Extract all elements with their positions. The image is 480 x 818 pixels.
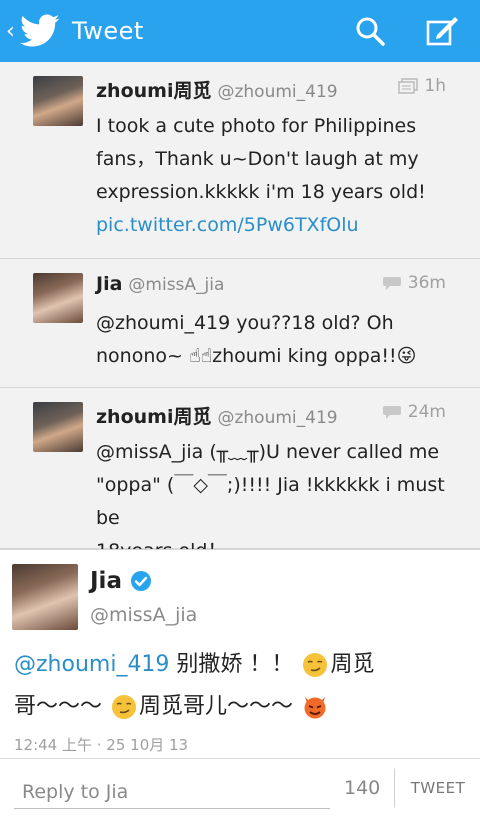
reply-tweet[interactable]: Jia @missA_jia 36m @zhoumi_419 you??18 o… — [0, 259, 480, 388]
tweet-meta: 24m — [382, 402, 446, 422]
tweet-button[interactable]: TWEET — [404, 773, 472, 803]
search-button[interactable] — [350, 12, 390, 50]
avatar[interactable] — [33, 76, 83, 126]
user-handle[interactable]: @missA_jia — [128, 275, 224, 295]
tweet-time: 24m — [407, 402, 446, 422]
devil-emoji-icon — [304, 697, 326, 719]
focused-user-name-row[interactable]: Jia — [90, 568, 152, 594]
user-handle[interactable]: @zhoumi_419 — [217, 408, 337, 428]
tweet-header: Jia @missA_jia 36m — [96, 273, 460, 301]
tweet-timestamp: 12:44 上午 · 25 10月 13 — [14, 736, 189, 754]
tweet-text-segment: 周觅哥儿～～～ — [139, 694, 294, 719]
char-counter: 140 — [344, 777, 381, 799]
user-name[interactable]: zhoumi周觅 — [96, 402, 211, 429]
tweet-time: 1h — [424, 76, 446, 96]
mention-link[interactable]: @zhoumi_419 — [14, 652, 169, 677]
avatar[interactable] — [33, 402, 83, 452]
reply-tweet[interactable]: zhoumi周觅 @zhoumi_419 1h I took a cute ph… — [0, 62, 480, 259]
user-name[interactable]: zhoumi周觅 — [96, 76, 211, 103]
user-name[interactable]: Jia — [90, 568, 122, 594]
tweet-line: expression.kkkkk i'm 18 years old! — [96, 181, 426, 203]
tweet-body: @zhoumi_419 别撒娇 ！！ 周觅 哥～～～ 周觅哥儿～～～ — [14, 644, 464, 728]
reply-bubble-icon — [382, 277, 401, 290]
tweet-body: @zhoumi_419 you??18 old? Oh nonono~ ☝☝zh… — [96, 307, 456, 373]
tweet-line: @zhoumi_419 you??18 old? Oh — [96, 312, 394, 334]
tweet-line: nonono~ ☝☝zhoumi king oppa!!😜 — [96, 345, 417, 367]
focused-tweet: Jia @missA_jia @zhoumi_419 别撒娇 ！！ 周觅 哥～～… — [0, 549, 480, 758]
avatar[interactable] — [33, 273, 83, 323]
verified-badge-icon — [130, 571, 151, 591]
tweet-text-segment: 周觅 — [330, 652, 375, 677]
tweet-header: zhoumi周觅 @zhoumi_419 1h — [96, 76, 460, 104]
tweet-meta: 1h — [398, 76, 446, 96]
reply-bar: 140 TWEET — [0, 758, 480, 818]
tweet-header: zhoumi周觅 @zhoumi_419 24m — [96, 402, 460, 430]
tweet-line: @missA_jia (╥﹏╥)U never called me — [96, 441, 440, 463]
tweet-line: I took a cute photo for Philippines — [96, 115, 417, 137]
tweet-body: I took a cute photo for Philippines fans… — [96, 110, 456, 242]
search-icon — [356, 17, 385, 46]
tweet-meta: 36m — [382, 273, 446, 293]
user-name[interactable]: Jia — [96, 273, 122, 295]
tweet-line: fans，Thank u~Don't laugh at my — [96, 148, 419, 170]
chevron-left-icon[interactable]: ‹ — [6, 19, 18, 44]
smirk-emoji-icon — [303, 653, 328, 677]
user-handle[interactable]: @missA_jia — [90, 604, 197, 626]
page-title: Tweet — [72, 17, 144, 45]
tweet-text-segment: 别撒娇 ！！ — [169, 652, 294, 677]
twitter-bird-icon[interactable] — [20, 14, 60, 48]
smirk-emoji-icon — [112, 695, 137, 719]
reply-tweet[interactable]: zhoumi周觅 @zhoumi_419 24m @missA_jia (╥﹏╥… — [0, 388, 480, 562]
divider — [394, 769, 395, 807]
compose-button[interactable] — [422, 12, 462, 50]
user-handle[interactable]: @zhoumi_419 — [217, 82, 337, 102]
top-bar: ‹ Tweet — [0, 0, 480, 62]
reply-bubble-icon — [382, 406, 401, 419]
gallery-icon — [398, 78, 419, 94]
compose-icon — [426, 17, 458, 46]
reply-input[interactable] — [14, 775, 330, 809]
photo-link[interactable]: pic.twitter.com/5Pw6TXfOlu — [96, 209, 456, 242]
tweet-text-segment: 哥～～～ — [14, 694, 103, 719]
tweet-time: 36m — [407, 273, 446, 293]
tweet-line: "oppa" (￣◇￣;)!!!! Jia !kkkkkk i must be — [96, 474, 445, 529]
avatar[interactable] — [12, 564, 78, 630]
